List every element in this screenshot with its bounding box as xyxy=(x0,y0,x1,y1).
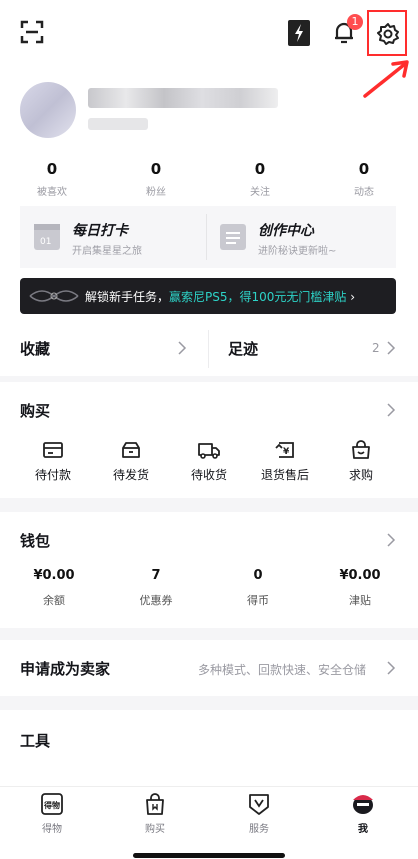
tab-label: 购买 xyxy=(145,824,165,835)
favorites-label[interactable]: 收藏 xyxy=(20,338,50,359)
svg-text:01: 01 xyxy=(40,237,51,247)
creator-center-title[interactable]: 创作中心 xyxy=(258,220,314,240)
wallet-coupons[interactable]: 7 优惠券 xyxy=(106,568,206,608)
wallet-title[interactable]: 钱包 xyxy=(20,530,50,551)
tab-purchase[interactable]: 购买 xyxy=(115,792,195,835)
flash-card-icon[interactable] xyxy=(288,20,310,46)
favorites-footprints-row xyxy=(0,322,418,376)
chevron-right-icon xyxy=(178,341,187,355)
calendar-icon: 01 xyxy=(34,224,60,250)
wallet-value: ¥0.00 xyxy=(33,568,75,583)
pending-payment-label: 待付款 xyxy=(34,468,71,482)
stat-label: 被喜欢 xyxy=(37,187,67,198)
tab-label: 得物 xyxy=(42,824,62,835)
wallet-value: 0 xyxy=(253,568,263,583)
purchase-title[interactable]: 购买 xyxy=(20,400,50,421)
banner-highlight: 赢索尼PS5，得100元无门槛津贴 xyxy=(169,290,347,304)
stat-posts[interactable]: 0 动态 xyxy=(312,160,416,198)
pending-receipt[interactable]: 待收货 xyxy=(174,440,244,483)
wallet-balance[interactable]: ¥0.00 余额 xyxy=(4,568,104,608)
stat-value: 0 xyxy=(254,160,266,178)
tools-title: 工具 xyxy=(20,732,51,750)
avatar[interactable] xyxy=(20,82,76,138)
bag-icon xyxy=(352,440,370,459)
truck-icon xyxy=(198,443,220,459)
creator-center-subtitle: 进阶秘诀更新啦~ xyxy=(258,246,337,257)
shopping-bag-icon xyxy=(146,793,164,815)
card-icon xyxy=(43,442,63,458)
chevron-right-icon xyxy=(387,341,396,355)
home-indicator xyxy=(133,853,285,858)
pending-receipt-label: 待收货 xyxy=(190,468,227,482)
divider xyxy=(206,214,207,260)
chevron-right-icon[interactable] xyxy=(386,402,396,418)
svg-text:¥: ¥ xyxy=(283,447,290,457)
wallet-label: 余额 xyxy=(43,594,65,607)
checkin-card-title[interactable]: 每日打卡 xyxy=(72,220,128,240)
wallet-allowance[interactable]: ¥0.00 津贴 xyxy=(310,568,410,608)
stat-label: 粉丝 xyxy=(146,187,166,198)
stat-fans[interactable]: 0 粉丝 xyxy=(104,160,208,198)
tab-dewu[interactable]: 得物 得物 xyxy=(12,792,92,835)
svg-text:得物: 得物 xyxy=(43,800,60,810)
wallet-coins[interactable]: 0 得币 xyxy=(208,568,308,608)
returns-after-sales[interactable]: ¥ 退货售后 xyxy=(250,440,320,483)
stat-value: 0 xyxy=(46,160,58,178)
tab-label: 我 xyxy=(358,824,368,835)
become-seller-title[interactable]: 申请成为卖家 xyxy=(20,658,110,679)
scan-icon[interactable] xyxy=(20,20,44,44)
stat-label: 关注 xyxy=(250,187,270,198)
wallet-label: 优惠券 xyxy=(139,594,173,607)
pending-shipment[interactable]: 待发货 xyxy=(96,440,166,483)
return-icon: ¥ xyxy=(275,442,294,458)
wallet-label: 津贴 xyxy=(349,594,371,607)
chevron-right-icon[interactable] xyxy=(386,532,396,548)
pending-payment[interactable]: 待付款 xyxy=(18,440,88,483)
ps5-logo-icon xyxy=(29,290,79,302)
wallet-value: ¥0.00 xyxy=(339,568,381,583)
tools-section xyxy=(0,710,418,790)
banner-text[interactable]: 解锁新手任务，赢索尼PS5，得100元无门槛津贴 › xyxy=(85,288,355,305)
stat-likes[interactable]: 0 被喜欢 xyxy=(0,160,104,198)
divider xyxy=(208,330,209,368)
me-avatar-icon xyxy=(353,795,373,814)
stat-following[interactable]: 0 关注 xyxy=(208,160,312,198)
pending-shipment-label: 待发货 xyxy=(112,468,149,482)
checkin-card-subtitle: 开启集星星之旅 xyxy=(72,246,142,257)
dewu-icon: 得物 xyxy=(41,793,63,815)
document-icon xyxy=(220,224,246,250)
returns-label: 退货售后 xyxy=(260,468,309,482)
service-icon xyxy=(249,794,269,815)
footprints-label[interactable]: 足迹 xyxy=(228,338,258,359)
banner-prefix: 解锁新手任务， xyxy=(85,290,170,304)
stat-value: 0 xyxy=(358,160,370,178)
become-seller-hint: 多种模式、回款快速、安全仓储 xyxy=(198,663,367,677)
username-blurred[interactable] xyxy=(88,88,278,108)
footprints-count: 2 xyxy=(372,341,380,355)
wallet-value: 7 xyxy=(151,568,161,583)
wanted-label: 求购 xyxy=(348,468,373,482)
tab-service[interactable]: 服务 xyxy=(219,792,299,835)
chevron-right-icon xyxy=(387,661,396,675)
stat-value: 0 xyxy=(150,160,162,178)
tab-me[interactable]: 我 xyxy=(323,792,403,835)
wanted-request[interactable]: 求购 xyxy=(326,440,396,483)
tab-label: 服务 xyxy=(249,824,269,835)
notification-badge: 1 xyxy=(347,14,363,30)
box-icon xyxy=(122,442,140,458)
banner-chevron: › xyxy=(350,290,356,304)
gear-icon[interactable] xyxy=(376,22,400,46)
arrow-pointer-icon xyxy=(363,60,409,98)
user-id-blurred xyxy=(88,118,148,130)
wallet-label: 得币 xyxy=(247,594,269,607)
stat-label: 动态 xyxy=(354,187,374,198)
